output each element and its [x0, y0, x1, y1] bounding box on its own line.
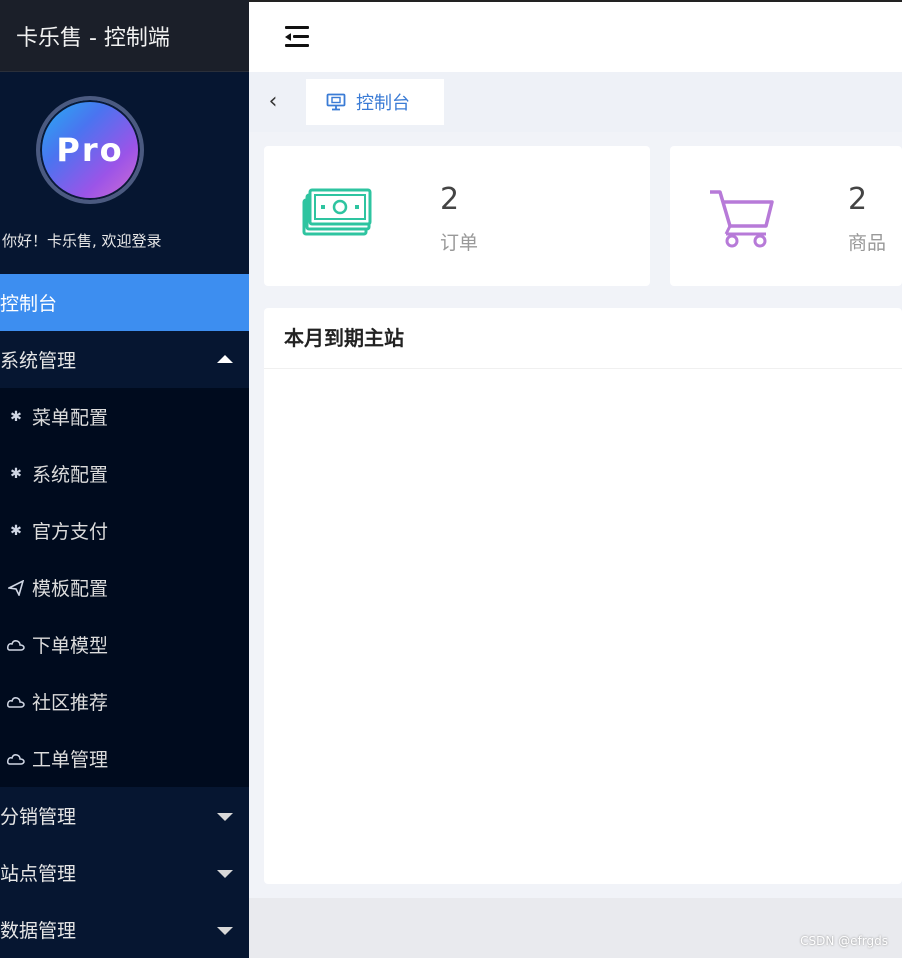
stat-value: 2 [848, 182, 868, 217]
welcome-text: 你好！卡乐售, 欢迎登录 [2, 232, 162, 250]
monitor-icon [326, 93, 346, 111]
cloud-icon [2, 639, 30, 651]
sidebar-subitem-official-payment[interactable]: ✱ 官方支付 [0, 502, 249, 559]
menu-toggle-icon[interactable] [285, 26, 311, 48]
sidebar-menu: 控制台 系统管理 ✱ 菜单配置 ✱ 系统配置 ✱ 官方支付 模板配置 下单模型 … [0, 274, 249, 958]
system-submenu: ✱ 菜单配置 ✱ 系统配置 ✱ 官方支付 模板配置 下单模型 社区推荐 工单管理 [0, 388, 249, 787]
sidebar-subitem-label: 模板配置 [32, 578, 109, 600]
sidebar-subitem-order-model[interactable]: 下单模型 [0, 616, 249, 673]
sidebar-item-dashboard[interactable]: 控制台 [0, 274, 249, 331]
sidebar-item-label: 数据管理 [0, 920, 77, 942]
cloud-icon [2, 696, 30, 708]
stat-card-orders[interactable]: 2 订单 [264, 146, 650, 286]
gear-icon: ✱ [10, 465, 22, 482]
sidebar-subitem-menu-config[interactable]: ✱ 菜单配置 [0, 388, 249, 445]
caret-up-icon [217, 354, 233, 363]
sidebar-subitem-label: 官方支付 [32, 521, 109, 543]
sidebar-item-label: 控制台 [0, 293, 58, 315]
sidebar-item-distribution[interactable]: 分销管理 [0, 787, 249, 844]
sidebar-item-label: 站点管理 [0, 863, 77, 885]
money-icon [302, 188, 372, 242]
sidebar: 卡乐售 - 控制端 Pro 你好！卡乐售, 欢迎登录 控制台 系统管理 ✱ 菜单… [0, 0, 249, 958]
top-bar [249, 0, 902, 72]
sidebar-item-label: 系统管理 [0, 350, 77, 372]
sidebar-subitem-label: 社区推荐 [32, 692, 109, 714]
sidebar-subitem-system-config[interactable]: ✱ 系统配置 [0, 445, 249, 502]
gear-icon: ✱ [10, 522, 22, 539]
sidebar-subitem-template-config[interactable]: 模板配置 [0, 559, 249, 616]
sidebar-item-system[interactable]: 系统管理 [0, 331, 249, 388]
sidebar-item-data[interactable]: 数据管理 [0, 901, 249, 958]
caret-down-icon [217, 869, 233, 878]
tabs-bar: ‹ 控制台 [249, 72, 902, 132]
sidebar-subitem-label: 下单模型 [32, 635, 109, 657]
panel-title: 本月到期主站 [264, 308, 902, 369]
chevron-left-icon[interactable]: ‹ [263, 90, 283, 114]
sidebar-item-label: 分销管理 [0, 806, 77, 828]
cart-icon [708, 188, 776, 254]
caret-down-icon [217, 812, 233, 821]
send-icon [2, 579, 30, 596]
app-title: 卡乐售 - 控制端 [0, 0, 249, 72]
cloud-icon [2, 753, 30, 765]
watermark: CSDN @efrgds [800, 934, 888, 948]
avatar[interactable]: Pro [36, 96, 144, 204]
sidebar-subitem-ticket[interactable]: 工单管理 [0, 730, 249, 787]
caret-down-icon [217, 926, 233, 935]
gear-icon: ✱ [10, 408, 22, 425]
user-profile: Pro 你好！卡乐售, 欢迎登录 [0, 72, 249, 274]
sidebar-subitem-label: 工单管理 [32, 749, 109, 771]
stat-value: 2 [440, 182, 460, 217]
footer: CSDN @efrgds [249, 898, 902, 958]
tab-dashboard[interactable]: 控制台 [306, 79, 444, 125]
sidebar-subitem-label: 菜单配置 [32, 407, 109, 429]
stat-label: 商品 [848, 232, 887, 254]
tab-label: 控制台 [356, 93, 410, 114]
expiring-sites-panel: 本月到期主站 [264, 308, 902, 884]
sidebar-subitem-community[interactable]: 社区推荐 [0, 673, 249, 730]
stat-label: 订单 [440, 232, 479, 254]
sidebar-subitem-label: 系统配置 [32, 464, 109, 486]
stat-card-products[interactable]: 2 商品 [670, 146, 902, 286]
sidebar-item-sites[interactable]: 站点管理 [0, 844, 249, 901]
